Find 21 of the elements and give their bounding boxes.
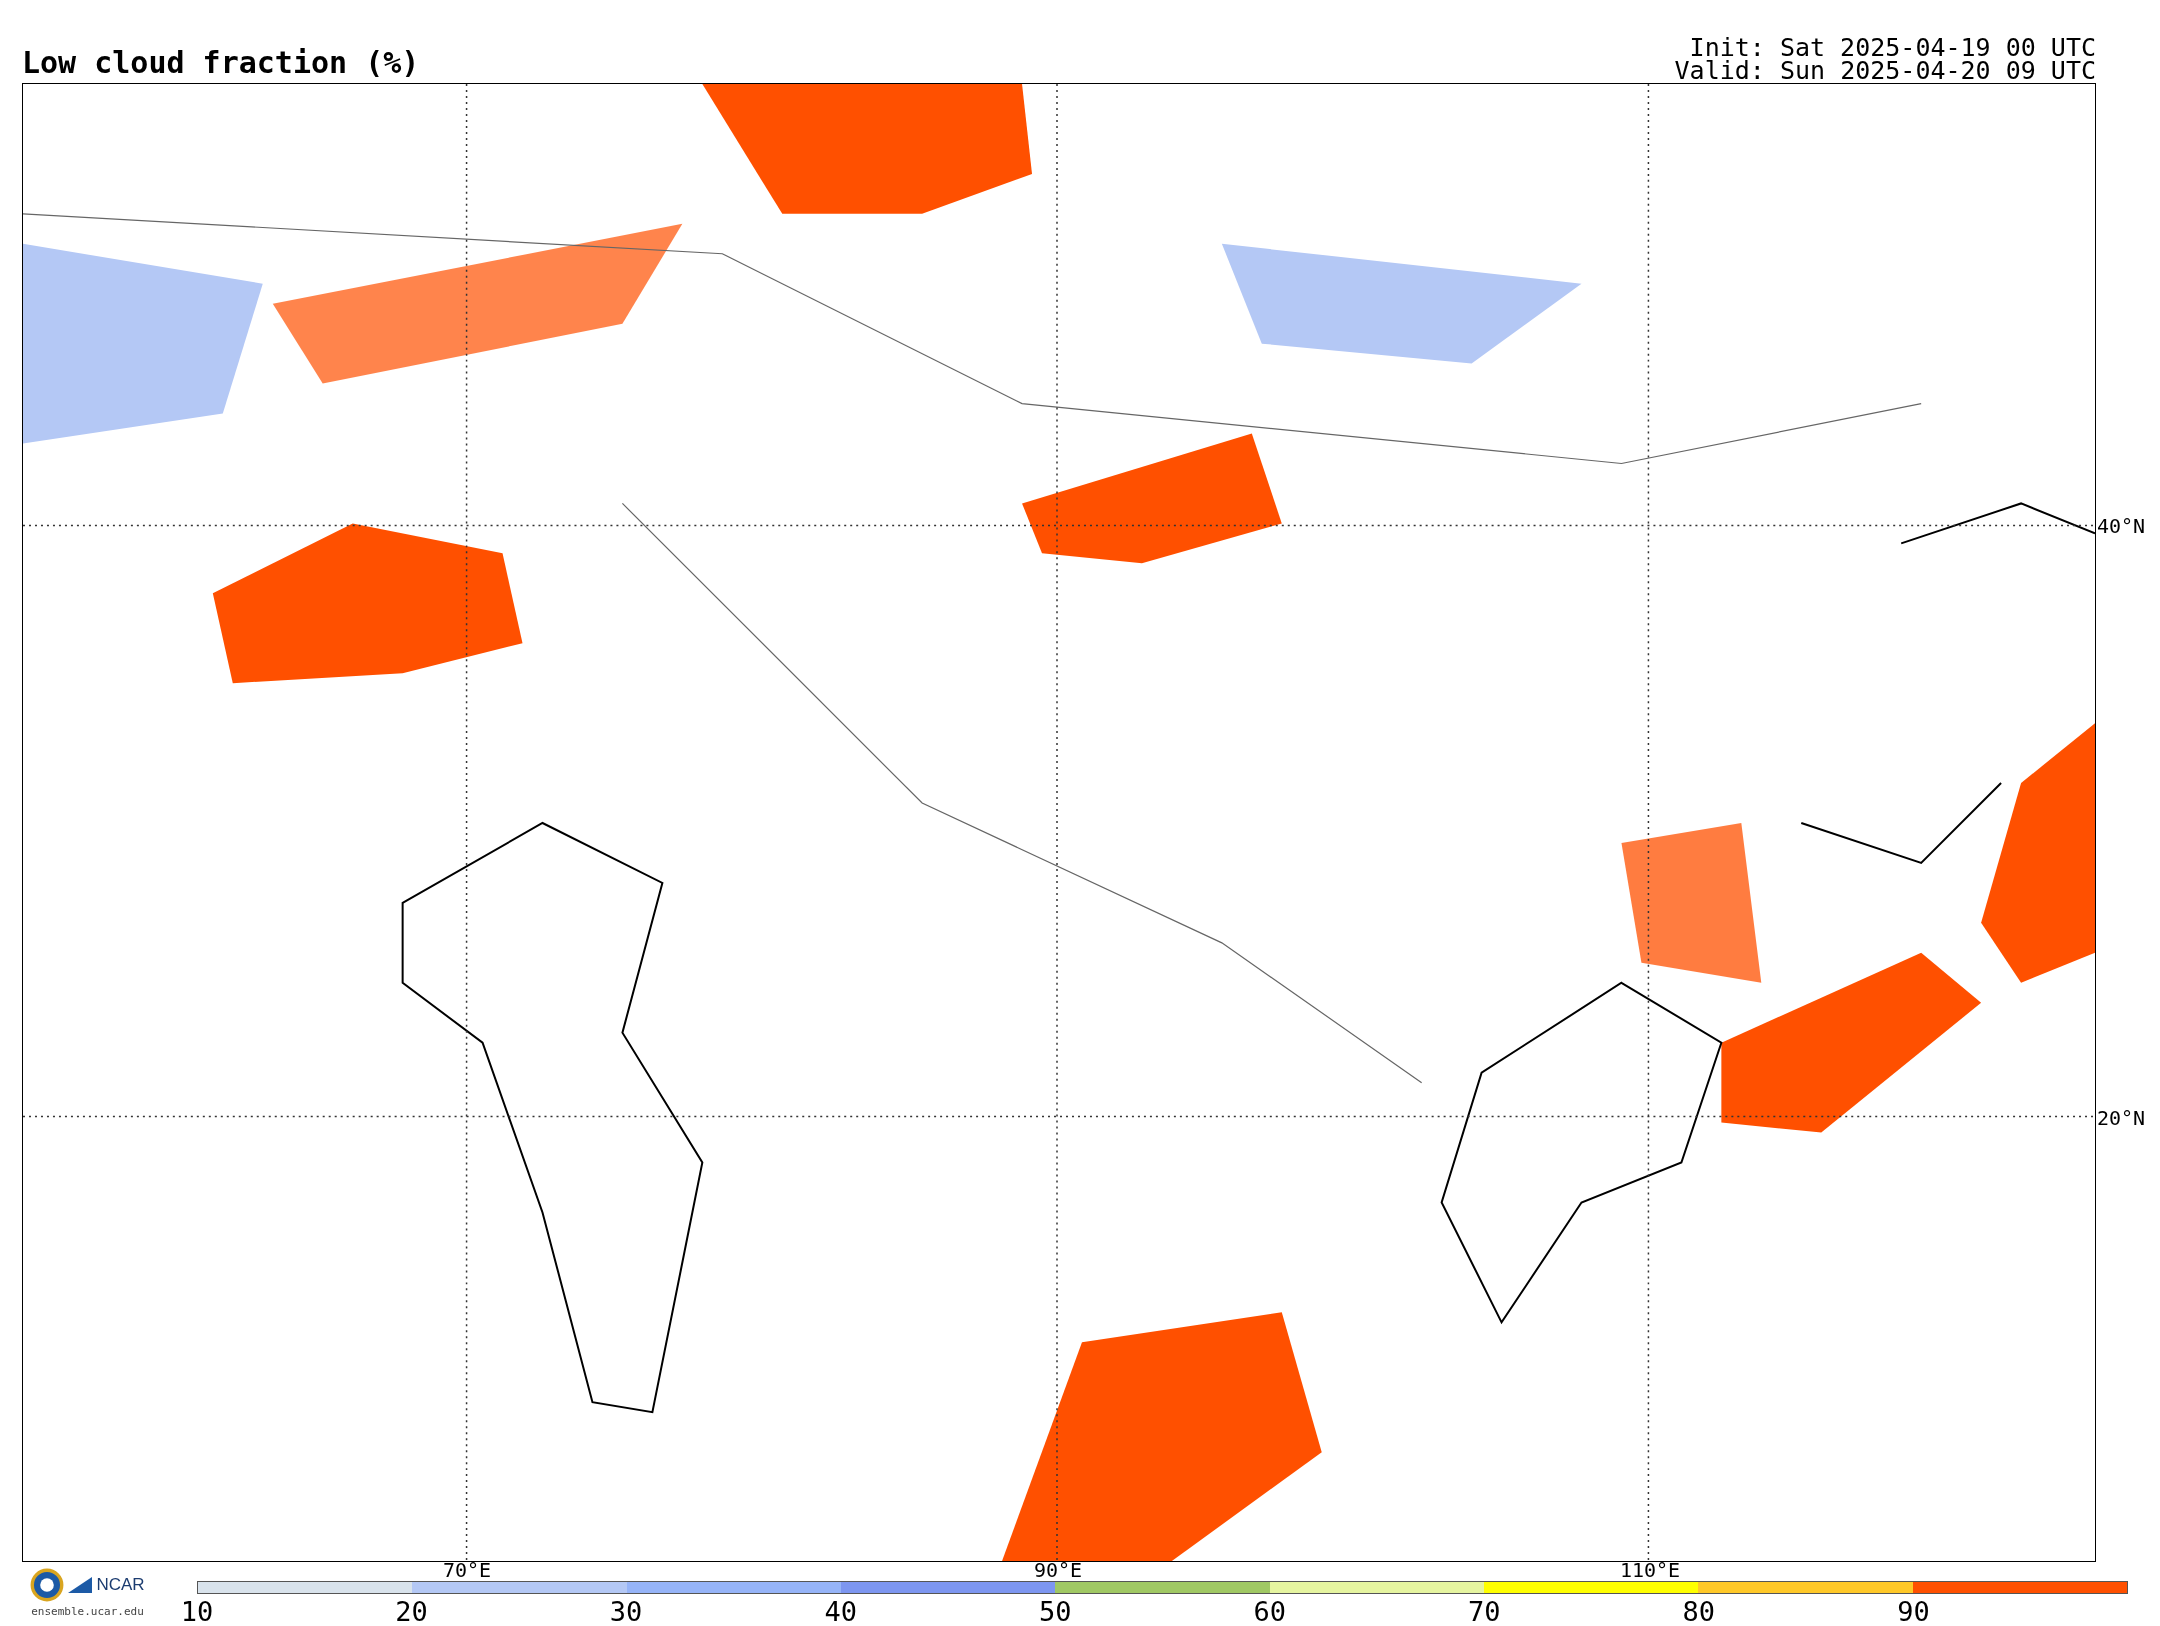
tick-label: 90 [1897,1597,1930,1626]
seal-icon [30,1568,65,1602]
longitude-label: 110°E [1619,1560,1681,1580]
website-url: ensemble.ucar.edu [31,1605,144,1618]
tick-label: 10 [180,1597,214,1626]
ncar-logo-icon [68,1577,93,1593]
init-time: Init: Sat 2025-04-19 00 UTC [1689,36,2096,59]
valid-time: Valid: Sun 2025-04-20 09 UTC [1674,59,2096,82]
tick-label: 70 [1468,1597,1501,1626]
tick-label: 30 [609,1597,643,1626]
logo-text: NCAR [96,1575,145,1595]
chart-title: Low cloud fraction (%) [22,45,420,82]
tick-label: 40 [824,1597,857,1626]
latitude-label: 40°N [2097,515,2146,537]
tick-label: 20 [395,1597,428,1626]
tick-label: 50 [1038,1597,1072,1626]
longitude-label: 90°E [1033,1560,1083,1580]
latitude-label: 20°N [2097,1107,2146,1129]
tick-label: 60 [1253,1597,1286,1626]
tick-label: 80 [1682,1597,1716,1626]
longitude-label: 70°E [442,1560,492,1580]
